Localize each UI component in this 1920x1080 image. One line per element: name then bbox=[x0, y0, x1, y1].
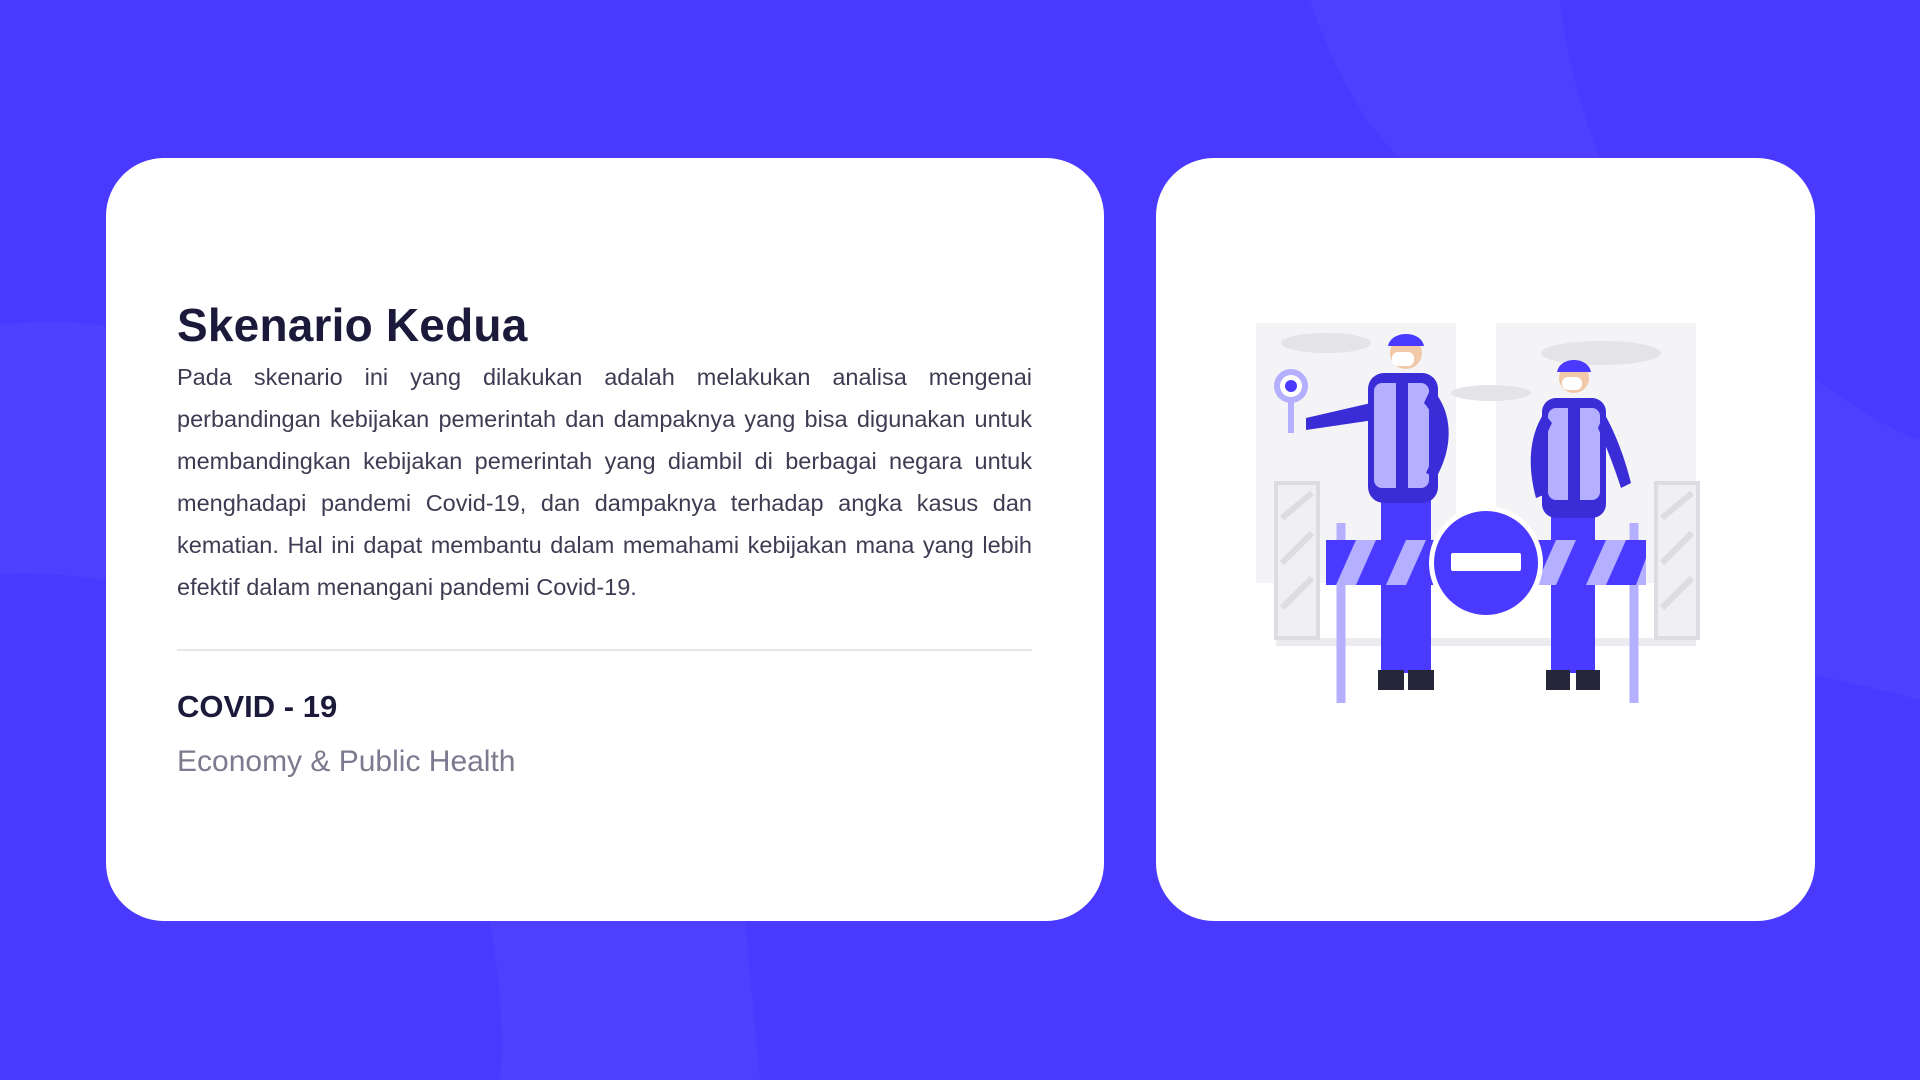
content-card: Skenario Kedua Pada skenario ini yang di… bbox=[106, 158, 1104, 921]
divider bbox=[177, 649, 1032, 651]
illustration-card bbox=[1156, 158, 1815, 921]
topic-tags: Economy & Public Health bbox=[177, 745, 516, 778]
slide-description: Pada skenario ini yang dilakukan adalah … bbox=[177, 364, 1032, 600]
no-entry-sign bbox=[1429, 506, 1543, 620]
slide-title: Skenario Kedua bbox=[177, 299, 528, 351]
road-barrier-guards-illustration bbox=[1256, 323, 1700, 703]
topic-heading: COVID - 19 bbox=[177, 689, 338, 724]
